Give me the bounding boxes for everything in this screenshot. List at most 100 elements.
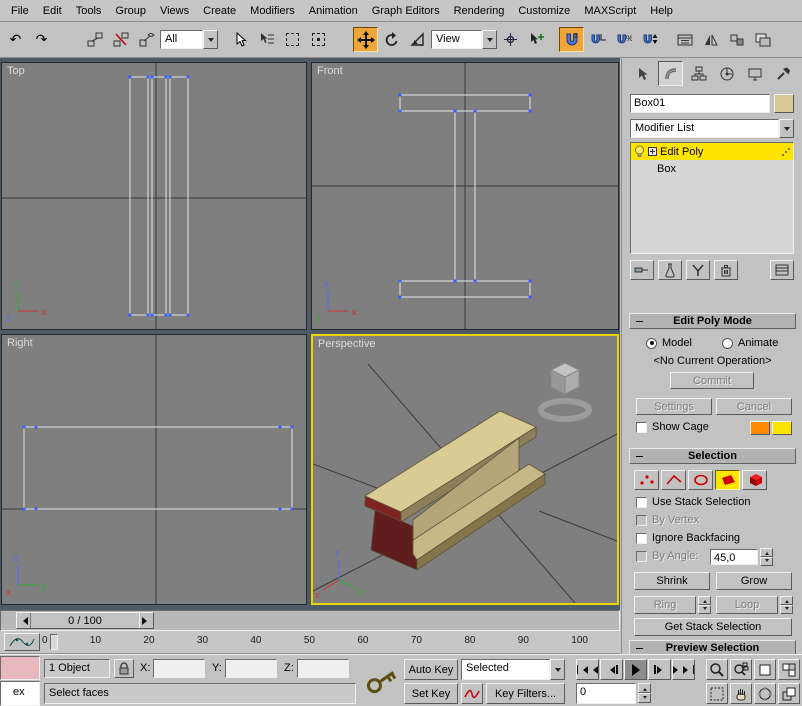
z-coord-field[interactable] (297, 659, 349, 678)
model-radio[interactable] (646, 338, 657, 349)
reference-coord-system-combo[interactable]: View (431, 30, 497, 49)
select-by-name-button[interactable] (254, 27, 279, 52)
zoom-extents-all-button[interactable] (778, 659, 800, 680)
menu-tools[interactable]: Tools (69, 2, 109, 20)
spinner-up-icon[interactable] (638, 683, 651, 693)
ring-button[interactable]: Ring (634, 596, 696, 614)
ignore-backfacing-checkbox[interactable] (636, 533, 647, 544)
undo-button[interactable]: ↶ (3, 27, 28, 52)
previous-frame-button[interactable] (600, 659, 623, 680)
menu-animation[interactable]: Animation (302, 2, 365, 20)
key-set-dropdown-button[interactable] (550, 659, 565, 680)
mirror-button[interactable] (698, 27, 723, 52)
loop-button[interactable]: Loop (716, 596, 778, 614)
animate-radio[interactable] (722, 338, 733, 349)
pin-stack-button[interactable] (630, 260, 654, 280)
modifier-list-dropdown-button[interactable] (779, 119, 794, 138)
viewport-right-canvas[interactable]: z y x (2, 335, 306, 604)
menu-customize[interactable]: Customize (511, 2, 577, 20)
configure-modifier-sets-button[interactable] (770, 260, 794, 280)
cage-color-swatch[interactable] (750, 421, 770, 435)
set-key-button[interactable]: Set Key (404, 683, 458, 704)
menu-graph-editors[interactable]: Graph Editors (365, 2, 447, 20)
spinner-down-icon[interactable] (638, 693, 651, 703)
play-animation-button[interactable] (624, 659, 647, 680)
tab-hierarchy[interactable] (686, 61, 711, 86)
bind-to-spacewarp-button[interactable] (134, 27, 159, 52)
viewport-perspective-canvas[interactable]: z x y (313, 336, 617, 603)
zoom-extents-button[interactable] (754, 659, 776, 680)
selection-lock-button[interactable] (114, 659, 134, 678)
by-angle-spinner[interactable] (760, 548, 773, 566)
rectangular-selection-region-button[interactable] (280, 27, 305, 52)
cage-selected-color-swatch[interactable] (772, 421, 792, 435)
select-and-scale-button[interactable] (405, 27, 430, 52)
snaps-toggle-button[interactable]: 3 (559, 27, 584, 52)
tab-create[interactable] (630, 61, 655, 86)
next-frame-arrow[interactable] (139, 613, 153, 628)
viewport-front-canvas[interactable]: z x y (312, 63, 618, 329)
auto-key-button[interactable]: Auto Key (404, 659, 458, 680)
track-bar[interactable]: 0 10 20 30 40 50 60 70 80 90 100 (0, 631, 620, 654)
shrink-button[interactable]: Shrink (634, 572, 710, 590)
viewport-front[interactable]: Front z x y (311, 62, 619, 330)
show-cage-checkbox[interactable] (636, 422, 647, 433)
border-mode-button[interactable] (688, 470, 713, 490)
selection-filter-combo[interactable]: All (160, 30, 218, 49)
viewport-front-label[interactable]: Front (317, 65, 343, 77)
spinner-down-icon[interactable] (780, 605, 793, 614)
menu-views[interactable]: Views (153, 2, 196, 20)
viewport-top-canvas[interactable]: y x z (2, 63, 306, 329)
arc-rotate-button[interactable] (754, 683, 776, 704)
object-name-field[interactable]: Box01 (630, 94, 770, 113)
named-selection-sets-button[interactable] (672, 27, 697, 52)
edge-mode-button[interactable] (661, 470, 686, 490)
use-center-button[interactable] (498, 27, 523, 52)
show-end-result-button[interactable] (658, 260, 682, 280)
spinner-snap-button[interactable] (637, 27, 662, 52)
angle-snap-button[interactable] (585, 27, 610, 52)
spinner-up-icon[interactable] (780, 596, 793, 605)
key-selection-set-combo[interactable]: Selected (461, 659, 565, 680)
viewport-perspective[interactable]: Perspective (311, 334, 619, 605)
zoom-all-button[interactable] (730, 659, 752, 680)
zoom-button[interactable] (706, 659, 728, 680)
spinner-up-icon[interactable] (760, 548, 773, 557)
rollout-selection[interactable]: Selection (629, 448, 796, 464)
select-and-move-button[interactable] (353, 27, 378, 52)
rollout-preview-selection[interactable]: Preview Selection (629, 640, 796, 654)
viewport-top[interactable]: Top y x z (1, 62, 307, 330)
make-unique-button[interactable] (686, 260, 710, 280)
time-slider-track[interactable]: 0 / 100 (0, 610, 620, 631)
menu-create[interactable]: Create (196, 2, 243, 20)
by-angle-checkbox[interactable] (636, 551, 647, 562)
settings-button[interactable]: Settings (636, 398, 712, 415)
expand-plus-icon[interactable] (648, 147, 657, 156)
cancel-button[interactable]: Cancel (716, 398, 792, 415)
align-button[interactable] (724, 27, 749, 52)
select-and-man ipulate-button[interactable] (524, 27, 549, 52)
current-frame-field[interactable]: 0 (576, 683, 636, 704)
next-frame-button[interactable] (648, 659, 671, 680)
spinner-up-icon[interactable] (698, 596, 711, 605)
viewport-top-label[interactable]: Top (7, 65, 25, 77)
tab-display[interactable] (742, 61, 767, 86)
menu-file[interactable]: File (4, 2, 36, 20)
frame-spinner[interactable] (638, 683, 651, 703)
viewport-perspective-label[interactable]: Perspective (318, 338, 375, 350)
spinner-down-icon[interactable] (760, 557, 773, 566)
go-to-end-button[interactable] (672, 659, 695, 680)
menu-edit[interactable]: Edit (36, 2, 69, 20)
loop-spinner[interactable] (780, 596, 793, 614)
tab-utilities[interactable] (770, 61, 795, 86)
select-object-button[interactable] (228, 27, 253, 52)
select-and-link-button[interactable] (82, 27, 107, 52)
grow-button[interactable]: Grow (716, 572, 792, 590)
menu-rendering[interactable]: Rendering (447, 2, 512, 20)
selection-filter-dropdown-button[interactable] (203, 30, 218, 49)
coord-system-dropdown-button[interactable] (482, 30, 497, 49)
stack-item-box[interactable]: Box (631, 160, 793, 177)
commit-button[interactable]: Commit (670, 372, 754, 389)
object-color-swatch[interactable] (774, 94, 794, 113)
stack-item-edit-poly[interactable]: Edit Poly (631, 143, 793, 160)
